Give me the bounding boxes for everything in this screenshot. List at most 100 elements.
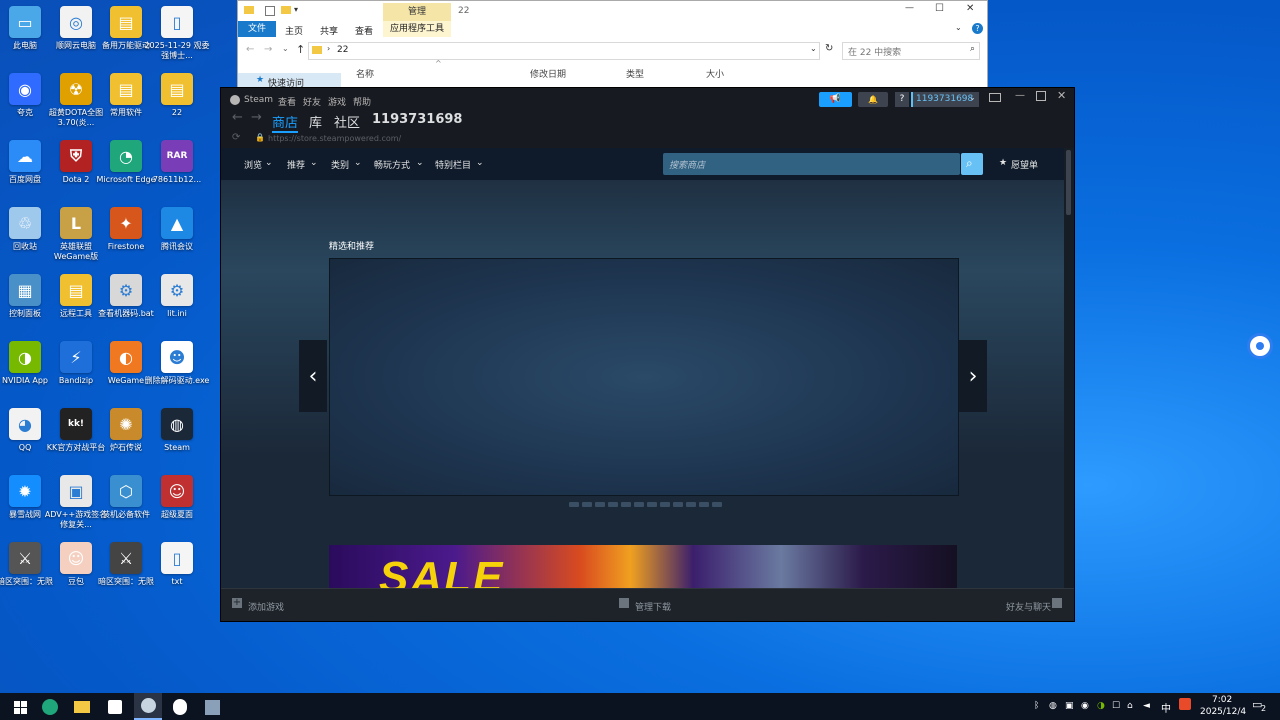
address-dropdown-icon[interactable]: ⌄ — [810, 44, 817, 53]
tab-home[interactable]: 主页 — [285, 24, 303, 37]
menu-games[interactable]: 游戏 — [328, 95, 346, 108]
menu-friends[interactable]: 好友 — [303, 95, 321, 108]
menu-help[interactable]: 帮助 — [353, 95, 371, 108]
forward-arrow-icon[interactable]: → — [251, 110, 262, 125]
big-picture-icon[interactable] — [989, 93, 1001, 102]
help-icon[interactable]: ? — [972, 23, 983, 34]
url-text[interactable]: https://store.steampowered.com/ — [268, 134, 401, 143]
monitor-tray-icon[interactable]: ▣ — [1065, 701, 1074, 711]
subnav-special-sections[interactable]: 特别栏目 — [435, 158, 471, 171]
subnav-browse[interactable]: 浏览 — [244, 158, 262, 171]
desktop-icon[interactable]: RAR 78611b12... — [152, 140, 202, 185]
carousel-dot[interactable] — [608, 502, 618, 507]
carousel-dot[interactable] — [569, 502, 579, 507]
reload-icon[interactable]: ⟳ — [232, 132, 240, 143]
context-tab-manage[interactable]: 管理 — [383, 3, 451, 21]
qq-taskbar-icon[interactable] — [170, 697, 190, 717]
desktop-icon[interactable]: ☺ 超级夏面 — [152, 475, 202, 520]
sogou-tray-icon[interactable] — [1179, 698, 1191, 710]
add-game-button[interactable]: 添加游戏 — [248, 600, 284, 613]
refresh-icon[interactable]: ↻ — [825, 43, 833, 54]
network-icon[interactable]: ⌂ — [1127, 701, 1133, 711]
wishlist-link[interactable]: 愿望单 — [1011, 158, 1038, 171]
desktop-icon[interactable]: ▤ 22 — [152, 73, 202, 118]
subnav-ways-to-play[interactable]: 畅玩方式 — [374, 158, 410, 171]
desktop-icon[interactable]: ▲ 腾讯会议 — [152, 207, 202, 252]
store-taskbar-icon[interactable] — [105, 697, 125, 717]
floating-assistant-icon[interactable] — [1247, 333, 1273, 359]
app-tray-icon[interactable]: ☐ — [1112, 701, 1120, 711]
nvidia-tray-icon[interactable]: ◑ — [1097, 701, 1105, 711]
carousel-dot[interactable] — [647, 502, 657, 507]
volume-icon[interactable]: ◄ — [1143, 701, 1150, 711]
color-tray-icon[interactable]: ◉ — [1081, 701, 1089, 711]
back-arrow-icon[interactable]: ← — [232, 110, 243, 125]
desktop-icon[interactable]: L 英雄联盟 WeGame版 — [51, 207, 101, 262]
collapse-ribbon-icon[interactable]: ⌄ — [955, 23, 962, 32]
bluetooth-icon[interactable]: ᛒ — [1034, 701, 1039, 711]
announcement-button[interactable]: 📢 — [819, 92, 852, 107]
column-size[interactable]: 大小 — [706, 67, 724, 80]
carousel-dot[interactable] — [699, 502, 709, 507]
column-type[interactable]: 类型 — [626, 67, 644, 80]
tab-share[interactable]: 共享 — [320, 24, 338, 37]
tab-app-tools[interactable]: 应用程序工具 — [383, 21, 451, 37]
carousel-dot[interactable] — [673, 502, 683, 507]
help-button[interactable]: ? — [895, 92, 909, 107]
manage-downloads-button[interactable]: 管理下载 — [635, 600, 671, 613]
subnav-categories[interactable]: 类别 — [331, 158, 349, 171]
maximize-button[interactable]: ☐ — [935, 3, 944, 14]
carousel-dot[interactable] — [595, 502, 605, 507]
back-icon[interactable]: ← — [246, 44, 254, 55]
featured-carousel[interactable] — [329, 258, 959, 496]
search-button[interactable]: ⌕ — [961, 153, 983, 175]
carousel-dot[interactable] — [634, 502, 644, 507]
account-menu[interactable]: 1193731698 ⌄ — [911, 92, 979, 107]
desktop-icon[interactable]: ☢ 超黄DOTA全图3.70(炎... — [49, 73, 103, 128]
clock-date[interactable]: 2025/12/4 — [1200, 707, 1246, 717]
carousel-dot[interactable] — [621, 502, 631, 507]
ime-indicator[interactable]: 中 — [1161, 700, 1171, 715]
column-modified[interactable]: 修改日期 — [530, 67, 566, 80]
app-taskbar-icon[interactable] — [202, 697, 222, 717]
close-button[interactable]: ✕ — [1057, 89, 1066, 102]
recent-dropdown-icon[interactable]: ⌄ — [282, 44, 289, 53]
address-bar[interactable]: › 22 — [308, 42, 820, 60]
qat-dropdown-icon[interactable]: ▾ — [294, 5, 298, 14]
carousel-dot[interactable] — [582, 502, 592, 507]
column-name[interactable]: 名称 — [356, 67, 374, 80]
nav-profile[interactable]: 1193731698 — [372, 112, 462, 127]
forward-icon[interactable]: → — [264, 44, 272, 55]
menu-steam[interactable]: Steam — [244, 95, 273, 105]
close-button[interactable]: ✕ — [966, 3, 974, 14]
edge-taskbar-icon[interactable] — [40, 697, 60, 717]
store-search-input[interactable]: 搜索商店 — [663, 153, 960, 175]
store-scrollbar[interactable] — [1066, 150, 1071, 215]
checkbox-icon[interactable] — [265, 6, 275, 16]
steam-tray-icon[interactable]: ◍ — [1049, 701, 1057, 711]
desktop-icon[interactable]: ☻ 删除解码驱动.exe — [145, 341, 209, 386]
steam-taskbar-icon[interactable] — [134, 693, 162, 720]
nav-store[interactable]: 商店 — [272, 112, 299, 133]
notifications-button[interactable]: 🔔 — [858, 92, 888, 107]
maximize-button[interactable] — [1036, 91, 1046, 101]
tab-view[interactable]: 查看 — [355, 24, 373, 37]
carousel-dot[interactable] — [660, 502, 670, 507]
desktop-icon[interactable]: ▣ ADV++游戏签名修复关... — [45, 475, 107, 530]
nav-library[interactable]: 库 — [309, 112, 322, 131]
clock-time[interactable]: 7:02 — [1212, 695, 1232, 705]
carousel-dot[interactable] — [712, 502, 722, 507]
explorer-search-input[interactable]: 在 22 中搜索 ⌕ — [842, 42, 980, 60]
carousel-dot[interactable] — [686, 502, 696, 507]
subnav-recommended[interactable]: 推荐 — [287, 158, 305, 171]
menu-view[interactable]: 查看 — [278, 95, 296, 108]
start-windows-icon[interactable] — [10, 697, 30, 717]
minimize-button[interactable]: — — [1015, 90, 1025, 101]
friends-chat-button[interactable]: 好友与聊天 — [1006, 600, 1051, 613]
desktop-icon[interactable]: ⚙ lit.ini — [152, 274, 202, 319]
nav-community[interactable]: 社区 — [334, 112, 360, 131]
desktop-icon[interactable]: ◍ Steam — [152, 408, 202, 453]
tab-file[interactable]: 文件 — [238, 21, 276, 37]
file-explorer-taskbar-icon[interactable] — [72, 697, 92, 717]
carousel-prev-button[interactable]: ‹ — [299, 340, 327, 412]
